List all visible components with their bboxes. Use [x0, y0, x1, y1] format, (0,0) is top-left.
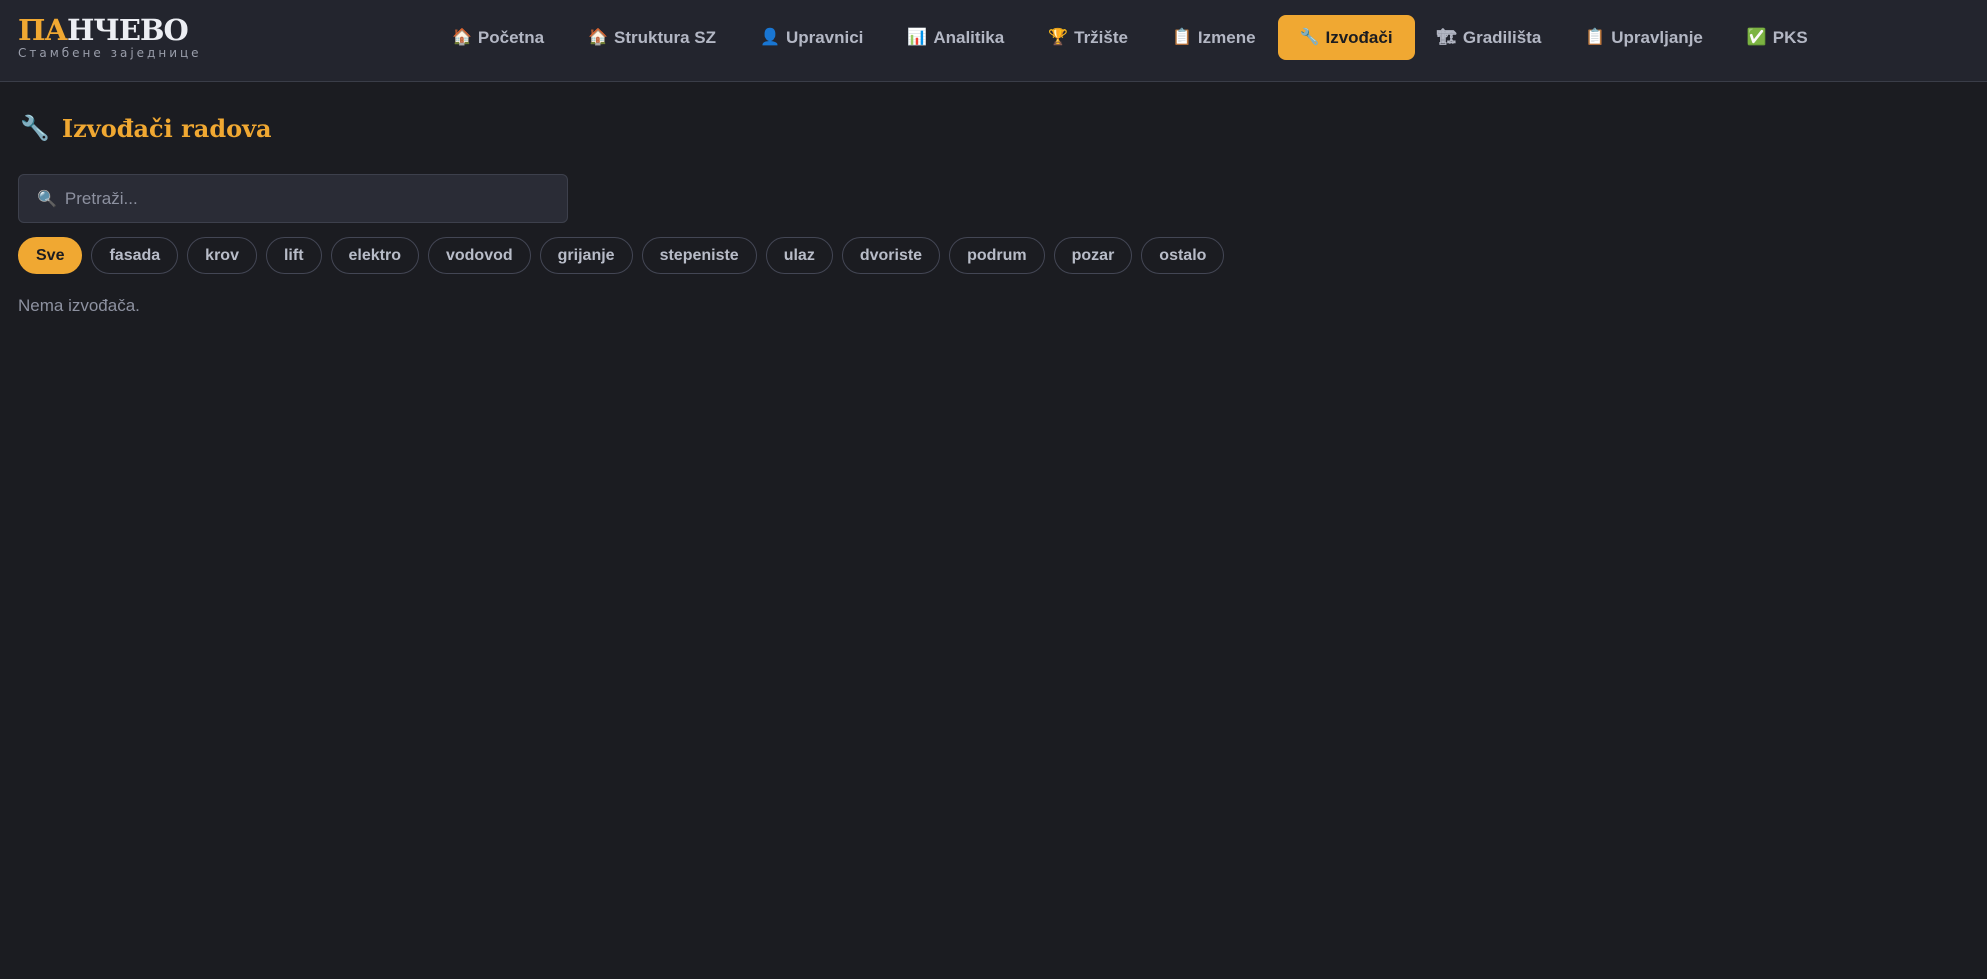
nav-item-label: Gradilišta	[1462, 27, 1542, 47]
chart-icon: 📊	[907, 28, 928, 46]
nav-item-izvo-a-i[interactable]: 🔧 Izvođači	[1277, 15, 1415, 60]
construction-icon: 🏗	[1436, 28, 1457, 46]
nav-item-tr-i-te[interactable]: 🏆 Tržište	[1026, 15, 1150, 60]
filter-chip-ostalo[interactable]: ostalo	[1141, 237, 1225, 274]
nav-item-gradili-ta[interactable]: 🏗 Gradilišta	[1415, 15, 1564, 60]
search-box[interactable]: 🔍	[18, 174, 568, 223]
building-structure-icon: 🏠	[588, 28, 608, 46]
filter-chip-lift[interactable]: lift	[265, 237, 322, 274]
category-filters: Sve fasada krov lift elektro vodovod grijanje s…	[18, 237, 1225, 274]
nav-item-label: Početna	[477, 27, 545, 47]
filter-chip-fasada[interactable]: fasada	[91, 237, 179, 274]
top-navigation-bar: ПАНЧЕВО Стамбене заједнице 🏠 Početna 🏠 Stru…	[0, 0, 1987, 82]
nav-item-pks[interactable]: ✅ PKS	[1725, 15, 1830, 60]
nav-item-label: PKS	[1772, 27, 1808, 47]
check-icon: ✅	[1746, 28, 1767, 46]
page-title-text: Izvođači radova	[61, 114, 272, 143]
nav-item-label: Struktura SZ	[613, 27, 717, 47]
trophy-icon: 🏆	[1048, 28, 1069, 46]
filter-chip-sve[interactable]: Sve	[18, 237, 83, 274]
empty-state-message: Nema izvođača.	[18, 296, 140, 315]
nav-item-struktura-sz[interactable]: 🏠 Struktura SZ	[566, 15, 738, 60]
nav-item-upravljanje[interactable]: 📋 Upravljanje	[1563, 15, 1725, 60]
filter-chip-elektro[interactable]: elektro	[330, 237, 419, 274]
filter-chip-grijanje[interactable]: grijanje	[539, 237, 633, 274]
filter-chip-stepeniste[interactable]: stepeniste	[641, 237, 757, 274]
logo[interactable]: ПАНЧЕВО Стамбене заједнице	[18, 14, 202, 60]
nav-item-label: Tržište	[1074, 27, 1128, 47]
home-icon: 🏠	[452, 28, 472, 46]
filter-chip-krov[interactable]: krov	[187, 237, 257, 274]
nav-item-label: Upravljanje	[1611, 27, 1703, 47]
nav-item-label: Analitika	[933, 27, 1005, 47]
search-input[interactable]	[64, 188, 549, 209]
logo-subtitle: Стамбене заједнице	[18, 46, 202, 60]
filter-chip-podrum[interactable]: podrum	[949, 237, 1045, 274]
nav-item-izmene[interactable]: 📋 Izmene	[1150, 15, 1278, 60]
logo-rest-text: НЧЕВО	[67, 13, 189, 47]
wrench-icon: 🔧	[20, 115, 50, 142]
search-icon: 🔍	[37, 190, 57, 208]
nav-item-label: Izmene	[1197, 27, 1256, 47]
wrench-icon: 🔧	[1299, 28, 1320, 46]
filter-chip-pozar[interactable]: pozar	[1053, 237, 1133, 274]
page-title: 🔧 Izvođači radova	[20, 114, 272, 143]
filter-chip-ulaz[interactable]: ulaz	[765, 237, 833, 274]
nav-item-po-etna[interactable]: 🏠 Početna	[430, 15, 566, 60]
filter-chip-vodovod[interactable]: vodovod	[427, 237, 531, 274]
nav-item-label: Upravnici	[785, 27, 864, 47]
nav-item-upravnici[interactable]: 👤 Upravnici	[738, 15, 885, 60]
user-icon: 👤	[760, 28, 780, 46]
nav-item-label: Izvođači	[1325, 27, 1393, 47]
clipboard-icon: 📋	[1585, 28, 1606, 46]
filter-chip-dvoriste[interactable]: dvoriste	[841, 237, 941, 274]
clipboard-icon: 📋	[1171, 28, 1192, 46]
nav-item-analitika[interactable]: 📊 Analitika	[885, 15, 1026, 60]
logo-title: ПАНЧЕВО	[18, 14, 202, 46]
logo-accent-text: ПА	[18, 13, 68, 47]
main-nav: 🏠 Početna 🏠 Struktura SZ 👤 Upravnici 📊 Analitik…	[430, 15, 1830, 60]
